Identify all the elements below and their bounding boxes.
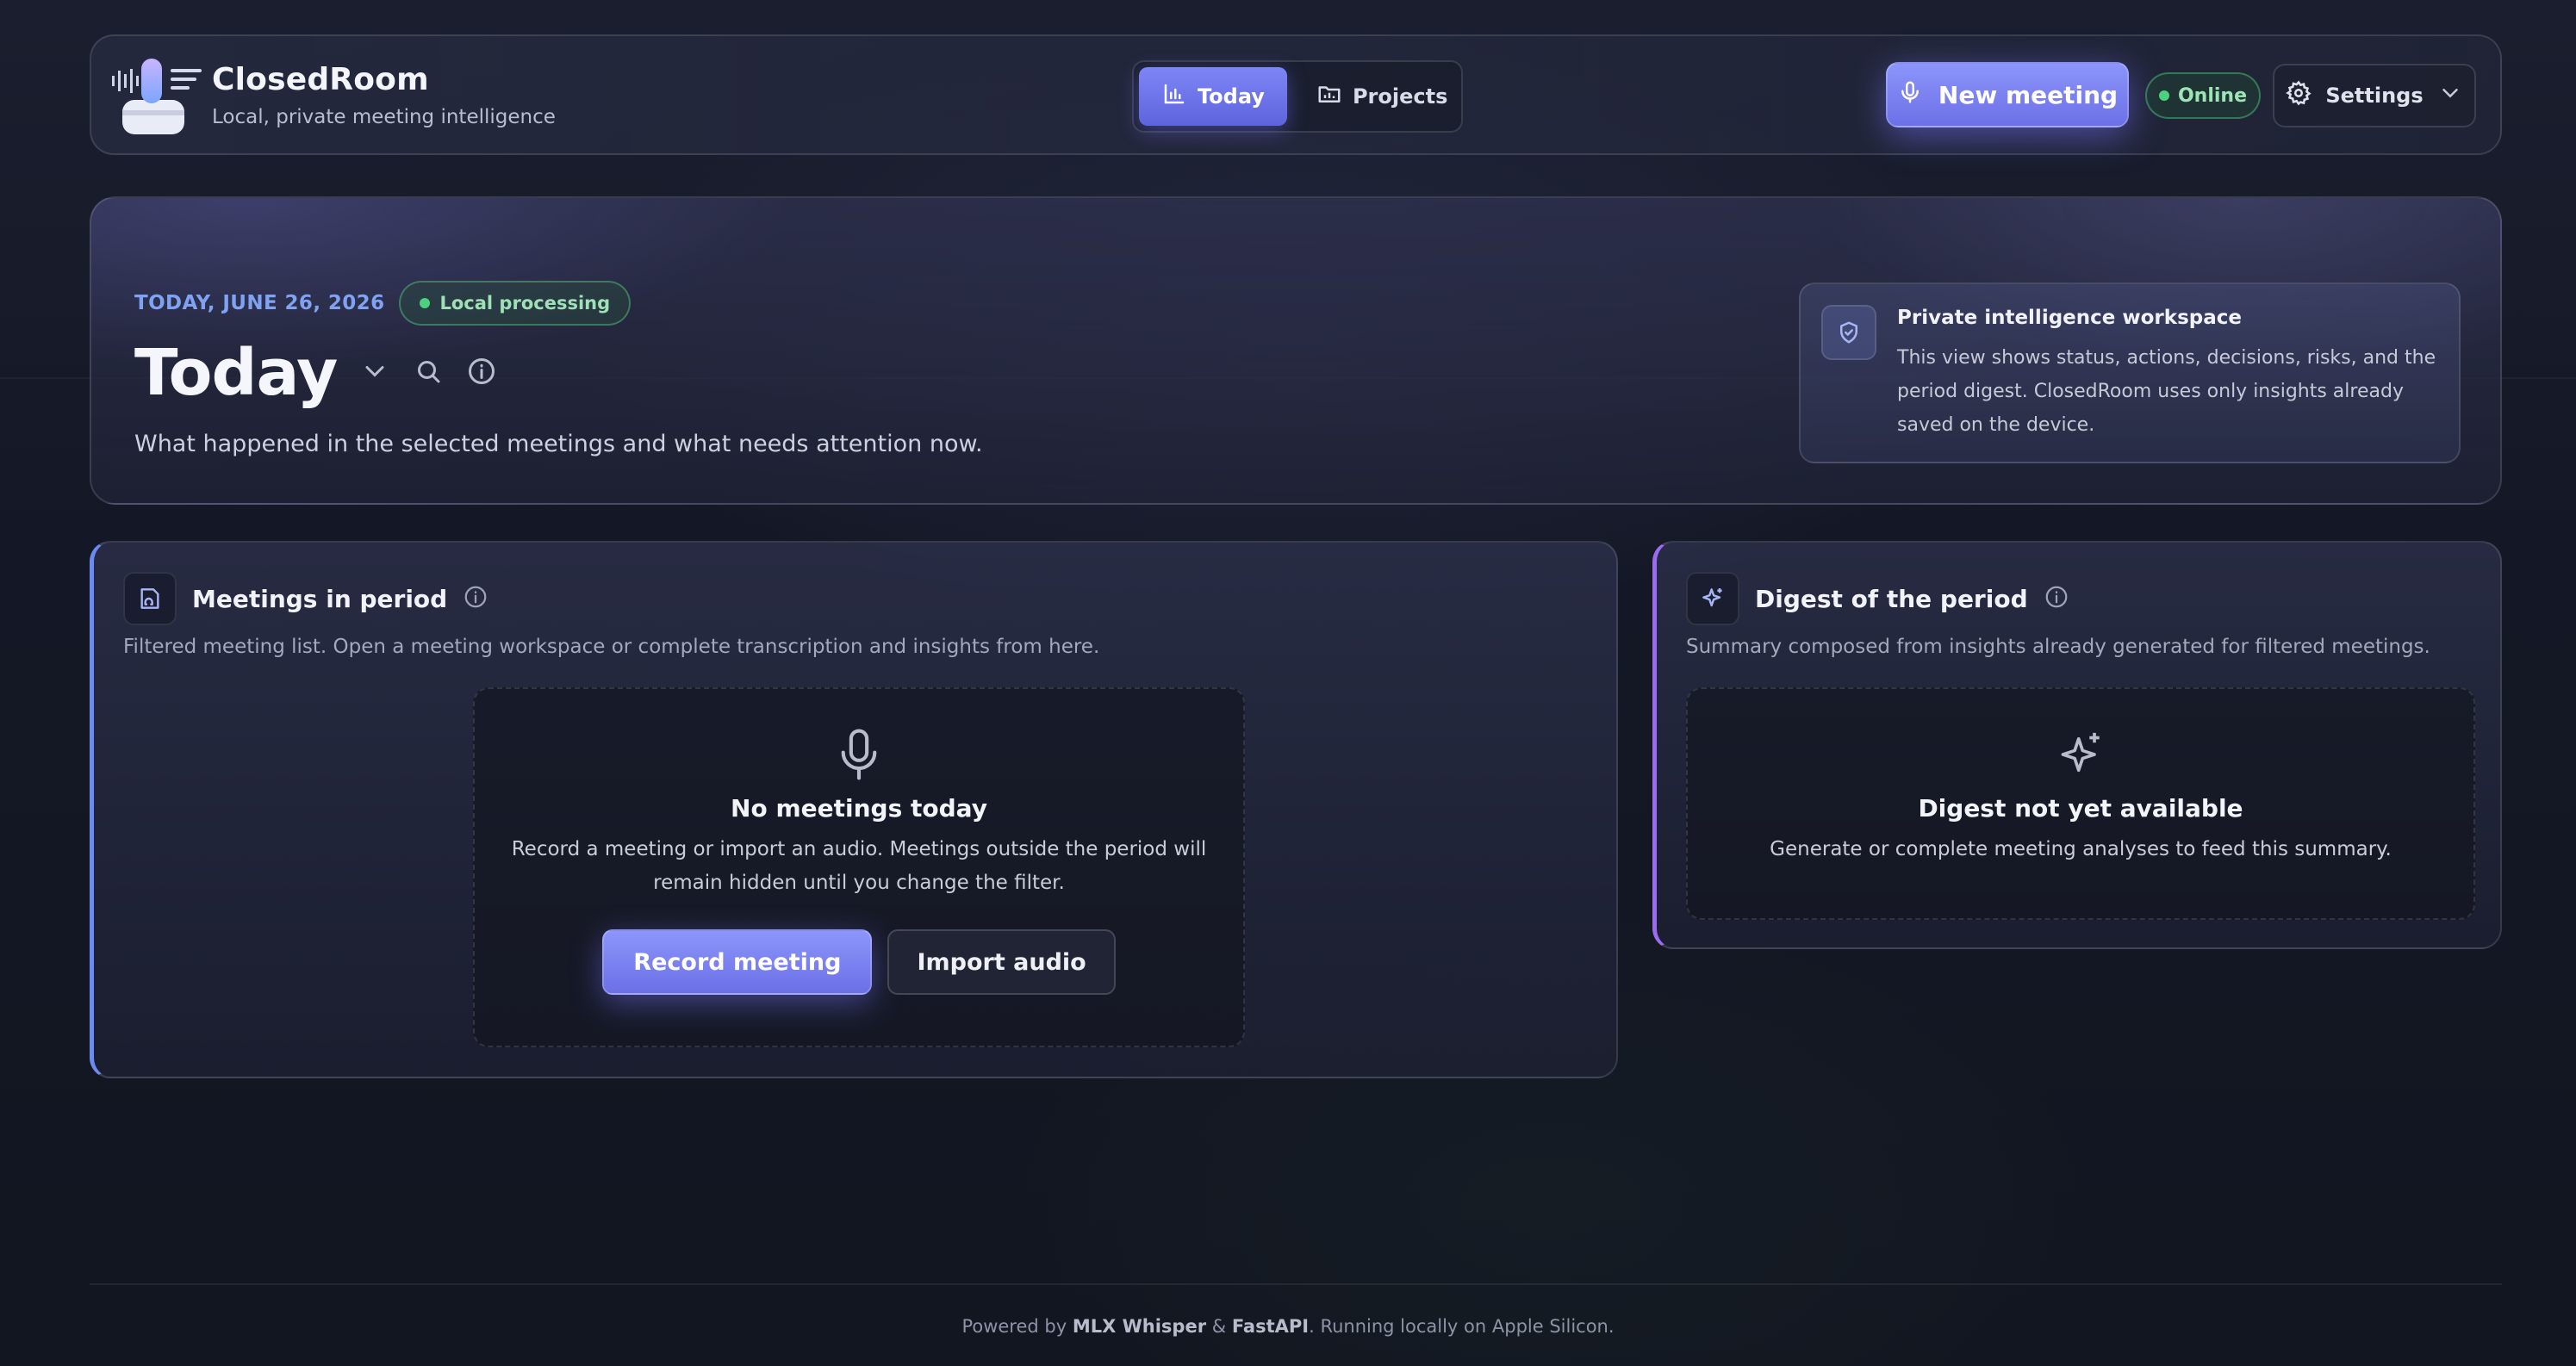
info-icon[interactable] [2044,584,2069,613]
tab-today-label: Today [1198,84,1265,109]
footer-prefix: Powered by [961,1316,1073,1337]
sparkles-icon [2056,727,2105,782]
search-icon[interactable] [413,356,444,390]
footer: Powered by MLX Whisper & FastAPI. Runnin… [0,1316,2576,1337]
status-badge: Online [2145,72,2261,119]
microphone-icon [835,727,883,782]
empty-state-body: Record a meeting or import an audio. Mee… [511,838,1207,894]
chevron-down-icon[interactable] [359,356,390,390]
microphone-icon [1897,79,1923,111]
meetings-icon [123,572,177,625]
local-dot-icon [419,298,430,308]
digest-card-title: Digest of the period [1755,584,2028,613]
page-description: What happened in the selected meetings a… [134,431,983,457]
footer-divider [90,1283,2502,1285]
footer-tech-fastapi: FastAPI [1231,1316,1310,1337]
record-meeting-button[interactable]: Record meeting [602,929,873,995]
info-icon[interactable] [463,584,488,613]
meetings-card-title: Meetings in period [192,584,448,613]
app-subtitle: Local, private meeting intelligence [212,106,556,128]
digest-empty-title: Digest not yet available [1918,794,2243,823]
sparkles-icon [1686,572,1739,625]
info-card-body: This view shows status, actions, decisio… [1897,347,2436,436]
gear-icon [2286,80,2312,111]
status-dot-icon [2158,90,2169,101]
new-meeting-label: New meeting [1938,80,2119,109]
info-card-title: Private intelligence workspace [1897,307,2242,329]
closedroom-logo-icon [110,53,205,140]
status-label: Online [2177,84,2248,107]
local-processing-badge: Local processing [398,281,632,326]
bar-chart-icon [1161,81,1187,112]
view-switcher: Today Projects [1132,60,1463,133]
brand[interactable]: ClosedRoom Local, private meeting intell… [110,53,556,140]
folder-icon [1316,81,1342,112]
import-audio-button[interactable]: Import audio [887,929,1116,995]
shield-check-icon [1821,305,1876,360]
hero-panel: TODAY, JUNE 26, 2026 Local processing To… [90,196,2502,505]
new-meeting-button[interactable]: New meeting [1886,62,2129,127]
page-title: Today [134,336,338,410]
digest-card: Digest of the period Summary composed fr… [1652,541,2502,949]
tab-projects-label: Projects [1352,84,1448,109]
current-date: TODAY, JUNE 26, 2026 [134,292,385,314]
settings-button[interactable]: Settings [2273,64,2476,127]
footer-suffix: . Running locally on Apple Silicon. [1309,1316,1615,1337]
privacy-info-card: Private intelligence workspace This view… [1799,283,2461,463]
local-processing-label: Local processing [439,293,611,314]
meetings-empty-state: No meetings today Record a meeting or im… [473,687,1245,1047]
footer-tech-whisper: MLX Whisper [1072,1316,1207,1337]
app-title: ClosedRoom [212,62,429,97]
app-header: ClosedRoom Local, private meeting intell… [90,34,2502,155]
meetings-card-description: Filtered meeting list. Open a meeting wo… [123,636,1100,658]
footer-amp: & [1206,1316,1232,1337]
chevron-down-icon [2437,80,2463,111]
digest-empty-body: Generate or complete meeting analyses to… [1770,838,2392,860]
digest-empty-state: Digest not yet available Generate or com… [1686,687,2475,920]
tab-projects[interactable]: Projects [1294,67,1470,126]
info-icon[interactable] [466,356,497,390]
meetings-card: Meetings in period Filtered meeting list… [90,541,1618,1078]
digest-card-description: Summary composed from insights already g… [1686,636,2430,658]
settings-label: Settings [2325,84,2424,108]
tab-today[interactable]: Today [1139,67,1287,126]
empty-state-title: No meetings today [731,794,987,823]
